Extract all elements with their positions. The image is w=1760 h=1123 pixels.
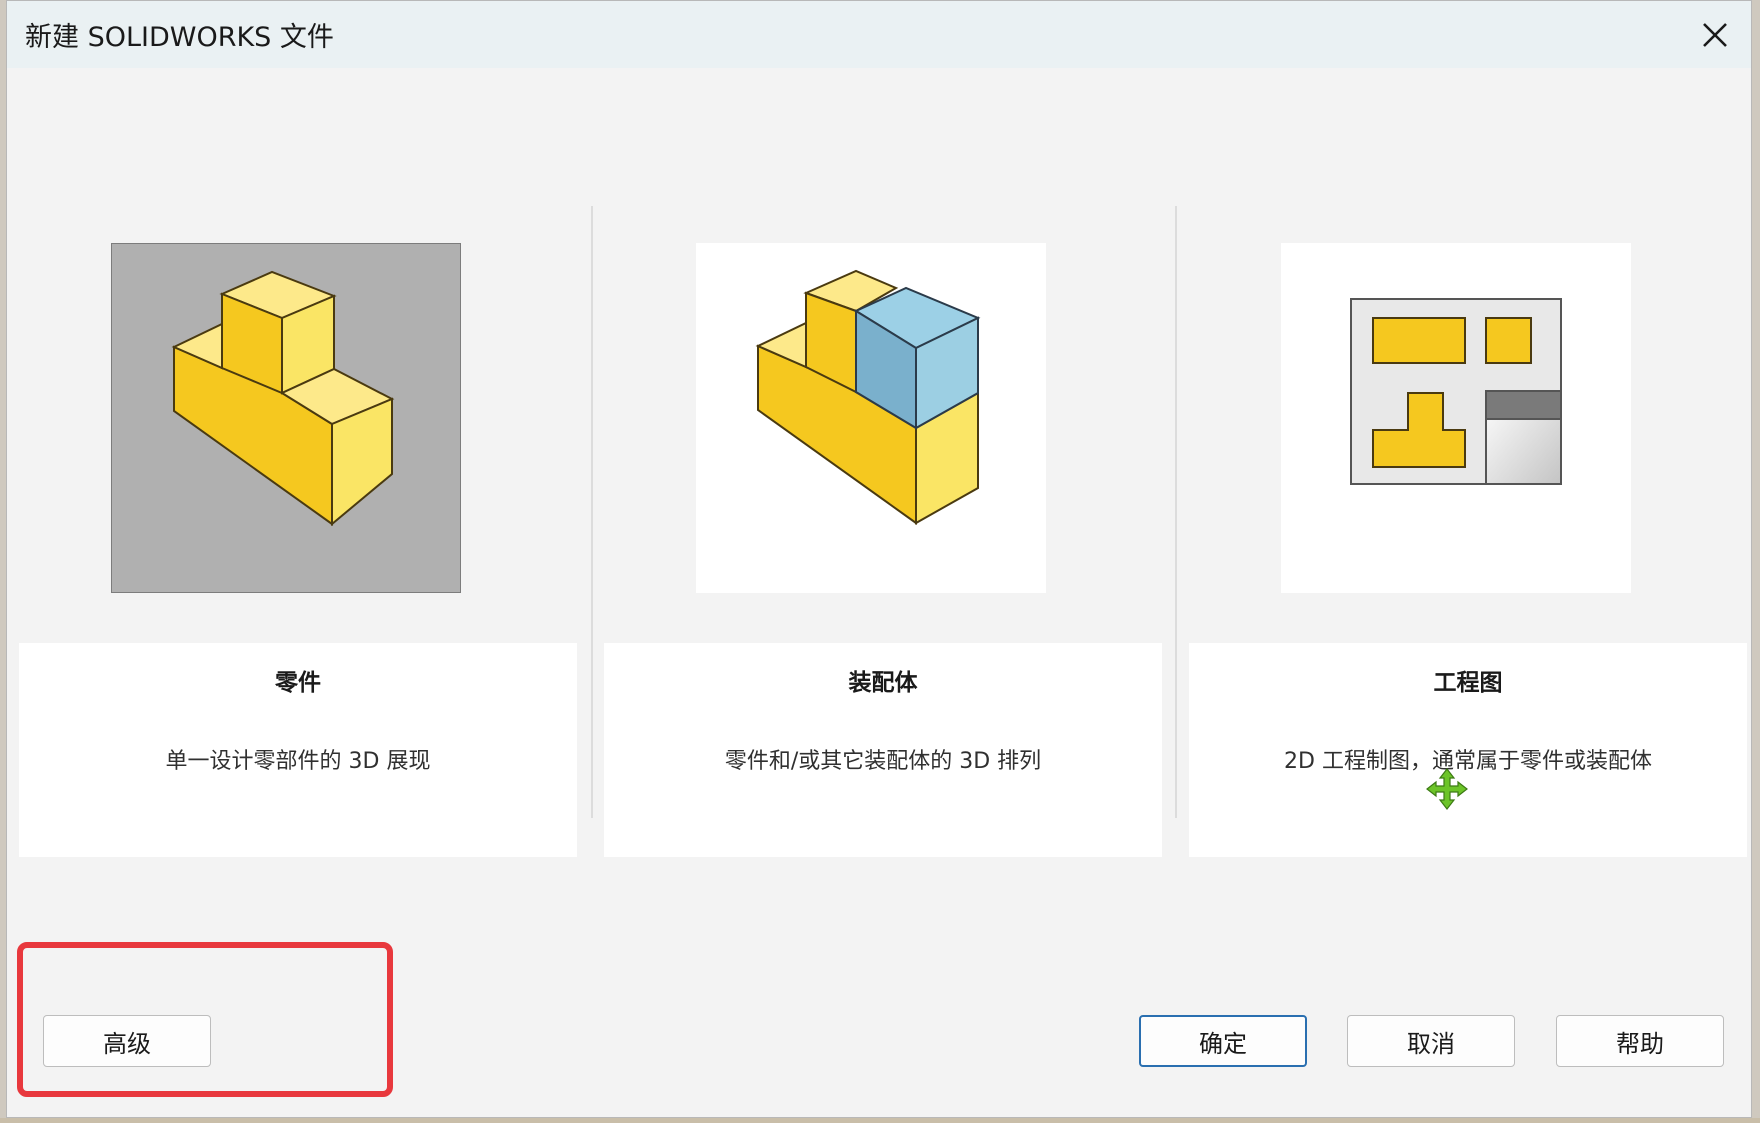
cancel-button[interactable]: 取消 — [1347, 1015, 1515, 1067]
title-bar: 新建 SOLIDWORKS 文件 — [7, 1, 1751, 68]
assembly-label: 装配体 — [848, 670, 918, 696]
drawing-icon — [1350, 298, 1562, 485]
drawing-label: 工程图 — [1433, 670, 1503, 696]
assembly-icon — [755, 269, 981, 525]
template-part[interactable]: 零件 单一设计零部件的 3D 展现 — [7, 68, 577, 868]
ok-button[interactable]: 确定 — [1139, 1015, 1307, 1067]
assembly-info[interactable]: 装配体 零件和/或其它装配体的 3D 排列 — [604, 643, 1162, 857]
part-thumbnail[interactable] — [111, 243, 461, 593]
drawing-thumbnail[interactable] — [1281, 243, 1631, 593]
background-strip — [0, 1118, 1760, 1123]
part-label: 零件 — [275, 670, 321, 696]
template-drawing[interactable]: 工程图 2D 工程制图，通常属于零件或装配体 — [1177, 68, 1747, 868]
part-description: 单一设计零部件的 3D 展现 — [165, 749, 431, 774]
part-info[interactable]: 零件 单一设计零部件的 3D 展现 — [19, 643, 577, 857]
highlight-annotation-box — [17, 942, 393, 1097]
assembly-description: 零件和/或其它装配体的 3D 排列 — [724, 749, 1042, 774]
assembly-thumbnail[interactable] — [696, 243, 1046, 593]
drawing-info[interactable]: 工程图 2D 工程制图，通常属于零件或装配体 — [1189, 643, 1747, 857]
drawing-description: 2D 工程制图，通常属于零件或装配体 — [1284, 749, 1652, 774]
dialog-title: 新建 SOLIDWORKS 文件 — [25, 22, 334, 53]
template-assembly[interactable]: 装配体 零件和/或其它装配体的 3D 排列 — [592, 68, 1162, 868]
part-icon — [171, 270, 395, 527]
move-cursor-icon — [1426, 768, 1468, 810]
close-button[interactable] — [1691, 11, 1739, 59]
help-button[interactable]: 帮助 — [1556, 1015, 1724, 1067]
template-panels: 零件 单一设计零部件的 3D 展现 装配体 零件和/或其它装配体的 3D 排列 … — [7, 68, 1751, 928]
close-icon — [1703, 23, 1727, 47]
